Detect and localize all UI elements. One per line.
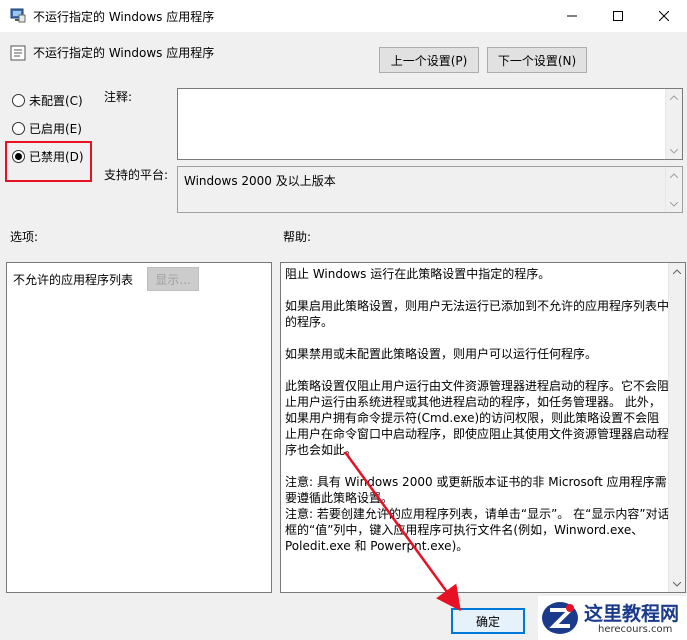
scroll-down-icon (669, 576, 685, 592)
maximize-button[interactable] (595, 0, 641, 32)
disallowed-list-label: 不允许的应用程序列表 (13, 273, 134, 287)
options-label: 选项: (10, 230, 39, 244)
radio-circle-icon (12, 122, 25, 135)
close-icon (659, 11, 669, 21)
help-paragraph: 阻止 Windows 运行在此策略设置中指定的程序。 (285, 267, 551, 281)
scroll-up-icon (669, 263, 685, 279)
platform-label: 支持的平台: (104, 168, 169, 182)
show-button[interactable]: 显示... (147, 267, 199, 291)
previous-setting-button[interactable]: 上一个设置(P) (379, 47, 479, 73)
scroll-down-icon (666, 196, 682, 212)
policy-setting-icon (10, 45, 26, 61)
platform-field: Windows 2000 及以上版本 (177, 166, 683, 213)
ok-button[interactable]: 确定 (451, 608, 525, 634)
maximize-icon (613, 11, 623, 21)
scroll-down-icon (666, 143, 682, 159)
help-pane: 阻止 Windows 运行在此策略设置中指定的程序。 如果启用此策略设置，则用户… (280, 262, 686, 593)
options-pane: 不允许的应用程序列表 显示... (6, 262, 272, 593)
policy-app-icon (10, 8, 26, 23)
annotation-highlight-box (5, 141, 92, 182)
minimize-button[interactable] (549, 0, 595, 32)
window-title: 不运行指定的 Windows 应用程序 (33, 10, 215, 24)
help-text: 阻止 Windows 运行在此策略设置中指定的程序。 如果启用此策略设置，则用户… (285, 266, 671, 554)
help-paragraph: 如果禁用或未配置此策略设置，则用户可以运行任何程序。 (285, 347, 598, 361)
comment-scrollbar[interactable] (665, 89, 682, 159)
radio-enabled[interactable]: 已启用(E) (12, 120, 82, 137)
help-paragraph: 此策略设置仅阻止用户运行由文件资源管理器进程启动的程序。它不会阻止用户运行由系统… (285, 379, 670, 457)
watermark-url: herecours.com (598, 624, 673, 635)
policy-name: 不运行指定的 Windows 应用程序 (33, 46, 215, 60)
help-scrollbar[interactable] (668, 263, 685, 592)
radio-label: 已启用(E) (29, 122, 82, 136)
comment-label: 注释: (104, 90, 133, 104)
title-bar: 不运行指定的 Windows 应用程序 (0, 0, 687, 32)
watermark-name: 这里教程网 (584, 603, 680, 625)
help-paragraph: 注意: 具有 Windows 2000 或更新版本证书的非 Microsoft … (285, 475, 667, 505)
radio-not-configured[interactable]: 未配置(C) (12, 92, 83, 109)
watermark: 这里教程网 herecours.com (538, 596, 687, 640)
scroll-up-icon (666, 89, 682, 105)
comment-textarea[interactable] (177, 88, 683, 160)
watermark-logo-icon (542, 602, 578, 634)
help-label: 帮助: (283, 230, 312, 244)
next-setting-button[interactable]: 下一个设置(N) (487, 47, 587, 73)
help-paragraph: 注意: 若要创建允许的应用程序列表，请单击“显示”。 在“显示内容”对话框的“值… (285, 507, 670, 553)
help-paragraph: 如果启用此策略设置，则用户无法运行已添加到不允许的应用程序列表中的程序。 (285, 299, 670, 329)
close-button[interactable] (641, 0, 687, 32)
minimize-icon (567, 15, 577, 17)
radio-label: 未配置(C) (29, 94, 83, 108)
platform-value: Windows 2000 及以上版本 (184, 174, 336, 188)
scroll-up-icon (666, 167, 682, 183)
radio-circle-icon (12, 94, 25, 107)
platform-scrollbar[interactable] (665, 167, 682, 212)
